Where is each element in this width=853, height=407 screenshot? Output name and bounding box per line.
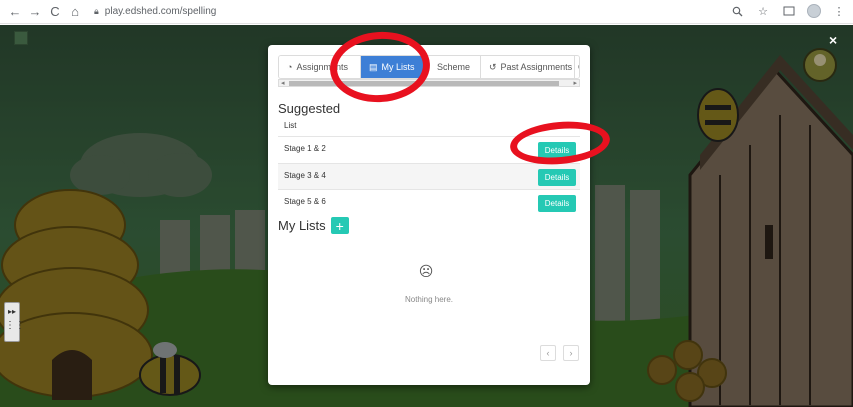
next-page-button[interactable]: › (563, 345, 579, 361)
forward-icon[interactable]: → (26, 3, 44, 21)
list-column-header: List (284, 121, 297, 130)
side-panel-toggle[interactable]: ▸▸ ⋮⋮ (4, 302, 25, 342)
add-list-button[interactable]: + (330, 217, 349, 234)
profile-avatar[interactable] (807, 4, 821, 18)
reload-icon[interactable]: C (46, 3, 64, 21)
details-button[interactable]: Details (538, 169, 576, 186)
home-icon[interactable]: ⌂ (66, 3, 84, 21)
zoom-icon[interactable] (729, 3, 745, 19)
cast-icon[interactable] (781, 3, 797, 19)
bookmark-star-icon[interactable]: ☆ (755, 3, 771, 19)
previous-page-button[interactable]: ‹ (540, 345, 556, 361)
tab-overflow-icon: C (578, 62, 579, 72)
tab-overflow[interactable]: C (575, 56, 579, 78)
close-icon[interactable]: × (829, 33, 843, 47)
list-row: Stage 5 & 6 Details (278, 189, 580, 216)
tab-scrollbar[interactable]: ◂ ▸ (278, 79, 580, 87)
back-icon[interactable]: ← (6, 3, 24, 21)
menu-square-icon[interactable] (14, 31, 28, 45)
expand-icon: ▸▸ (7, 307, 17, 316)
my-lists-heading: My Lists + (278, 217, 349, 234)
more-menu-icon[interactable]: ⋮ (831, 3, 847, 19)
my-lists-title: My Lists (278, 218, 326, 233)
sad-face-icon: ☹ (418, 263, 434, 279)
history-icon: ↺ (489, 61, 497, 72)
tab-label: Past Assignments (500, 62, 573, 72)
list-selection-modal: ◔ Assignments ▤ My Lists Scheme ↺ Past A… (268, 45, 590, 385)
url-text: play.edshed.com/spelling (104, 6, 217, 17)
list-row-label: Stage 1 & 2 (284, 144, 326, 153)
tab-label: Scheme (437, 62, 471, 72)
tab-scheme[interactable]: Scheme (425, 56, 481, 78)
list-row: Stage 3 & 4 Details (278, 163, 580, 190)
list-row-label: Stage 3 & 4 (284, 171, 326, 180)
browser-toolbar: ← → C ⌂ 🔒︎ play.edshed.com/spelling ☆ ⋮ (0, 0, 853, 24)
scroll-right-icon[interactable]: ▸ (573, 79, 577, 87)
keypad-icon: ⋮⋮ (5, 320, 25, 331)
details-button[interactable]: Details (538, 195, 576, 212)
clock-icon: ◔ (287, 62, 293, 72)
suggested-heading: Suggested (278, 101, 341, 116)
scroll-left-icon[interactable]: ◂ (281, 79, 285, 87)
tab-past-assignments[interactable]: ↺ Past Assignments (481, 56, 575, 78)
empty-state-text: Nothing here. (404, 295, 454, 304)
list-row-label: Stage 5 & 6 (284, 197, 326, 206)
lock-icon: 🔒︎ (94, 6, 99, 16)
address-bar[interactable]: 🔒︎ play.edshed.com/spelling (94, 3, 216, 21)
